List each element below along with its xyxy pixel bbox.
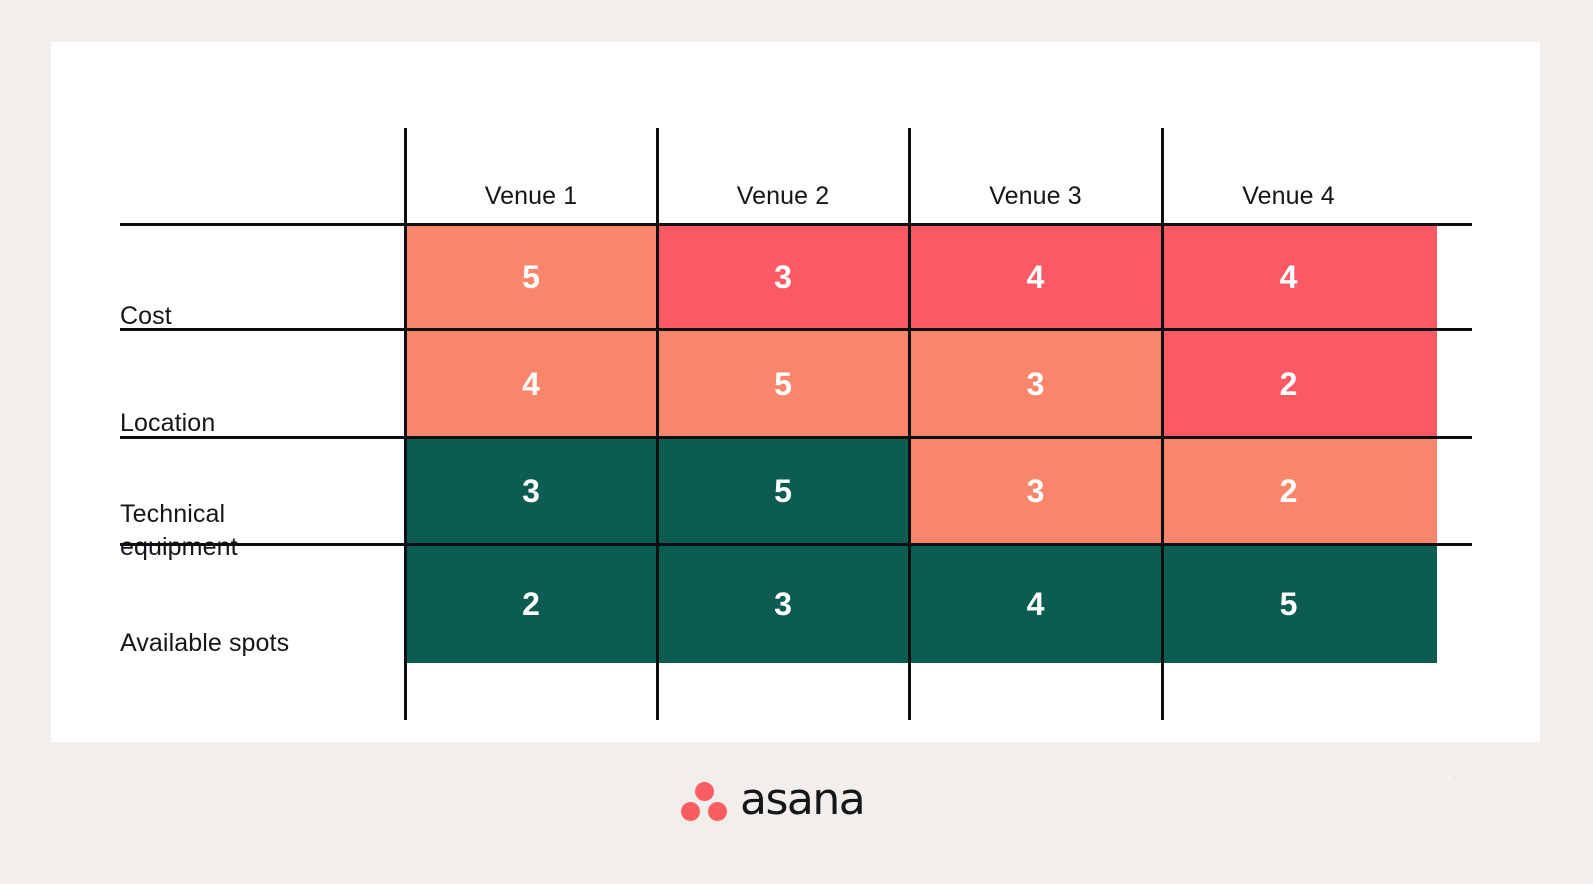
cell-value: 5 (774, 473, 792, 509)
cell-value: 3 (1026, 473, 1045, 509)
decision-matrix-card: Venue 1 Venue 2 Venue 3 Venue 4 Cost Loc… (51, 42, 1540, 742)
cell-cost-venue-4: 4 (1162, 225, 1437, 330)
asana-logo: asana (681, 778, 891, 826)
cell-value: 2 (1279, 473, 1298, 509)
decision-matrix-table: Venue 1 Venue 2 Venue 3 Venue 4 Cost Loc… (51, 42, 1540, 742)
cell-value: 4 (1026, 259, 1045, 295)
row-header-location: Location (120, 369, 410, 477)
asana-dot-top (694, 782, 714, 801)
cell-technical-equipment-venue-4: 2 (1162, 438, 1437, 545)
cell-value: 4 (1279, 259, 1298, 295)
cell-value: 5 (1279, 585, 1298, 622)
column-header-label: Venue 1 (484, 181, 578, 210)
cell-value: 4 (1026, 585, 1045, 622)
row-header-cost: Cost (120, 264, 410, 369)
cell-cost-venue-1: 5 (405, 225, 657, 330)
cell-available-spots-venue-3: 4 (909, 545, 1162, 663)
asana-wordmark: asana (740, 774, 866, 825)
cell-location-venue-1: 4 (405, 330, 657, 438)
column-divider-1 (404, 128, 407, 720)
row-header-label: Technical equipment (120, 499, 238, 561)
cell-available-spots-venue-1: 2 (405, 545, 657, 663)
row-header-label: Location (120, 408, 216, 437)
row-divider-3 (120, 543, 1472, 546)
cell-value: 5 (774, 365, 792, 402)
cell-technical-equipment-venue-1: 3 (405, 438, 657, 545)
column-header-label: Venue 2 (736, 181, 830, 210)
cell-value: 2 (1279, 365, 1298, 402)
cell-value: 3 (1026, 365, 1045, 402)
cell-cost-venue-2: 3 (657, 225, 909, 330)
cell-location-venue-3: 3 (909, 330, 1162, 438)
cell-available-spots-venue-4: 5 (1162, 545, 1437, 663)
row-header-available-spots: Available spots (120, 584, 410, 702)
cell-cost-venue-3: 4 (909, 225, 1162, 330)
cell-location-venue-4: 2 (1162, 330, 1437, 438)
cell-location-venue-2: 5 (657, 330, 909, 438)
row-divider-top (120, 223, 1472, 226)
column-divider-4 (1161, 128, 1164, 720)
asana-dot-bottom-left (681, 802, 700, 821)
row-divider-1 (120, 328, 1472, 331)
row-divider-2 (120, 436, 1472, 439)
cell-value: 5 (522, 259, 540, 295)
cell-value: 3 (774, 259, 792, 295)
column-divider-3 (908, 128, 911, 720)
cell-value: 3 (774, 585, 792, 622)
row-header-label: Available spots (120, 628, 290, 657)
column-header-label: Venue 4 (1242, 181, 1335, 210)
cell-available-spots-venue-2: 3 (657, 545, 909, 663)
cell-technical-equipment-venue-2: 5 (657, 438, 909, 545)
row-header-technical-equipment: Technical equipment (120, 477, 410, 584)
cell-technical-equipment-venue-3: 3 (909, 438, 1162, 545)
column-header-label: Venue 3 (989, 181, 1082, 210)
cell-value: 3 (522, 473, 540, 509)
asana-dots-icon (681, 782, 727, 822)
asana-dot-bottom-right (708, 802, 727, 821)
cell-value: 4 (522, 365, 540, 402)
cell-value: 2 (522, 585, 540, 622)
column-divider-2 (656, 128, 659, 720)
